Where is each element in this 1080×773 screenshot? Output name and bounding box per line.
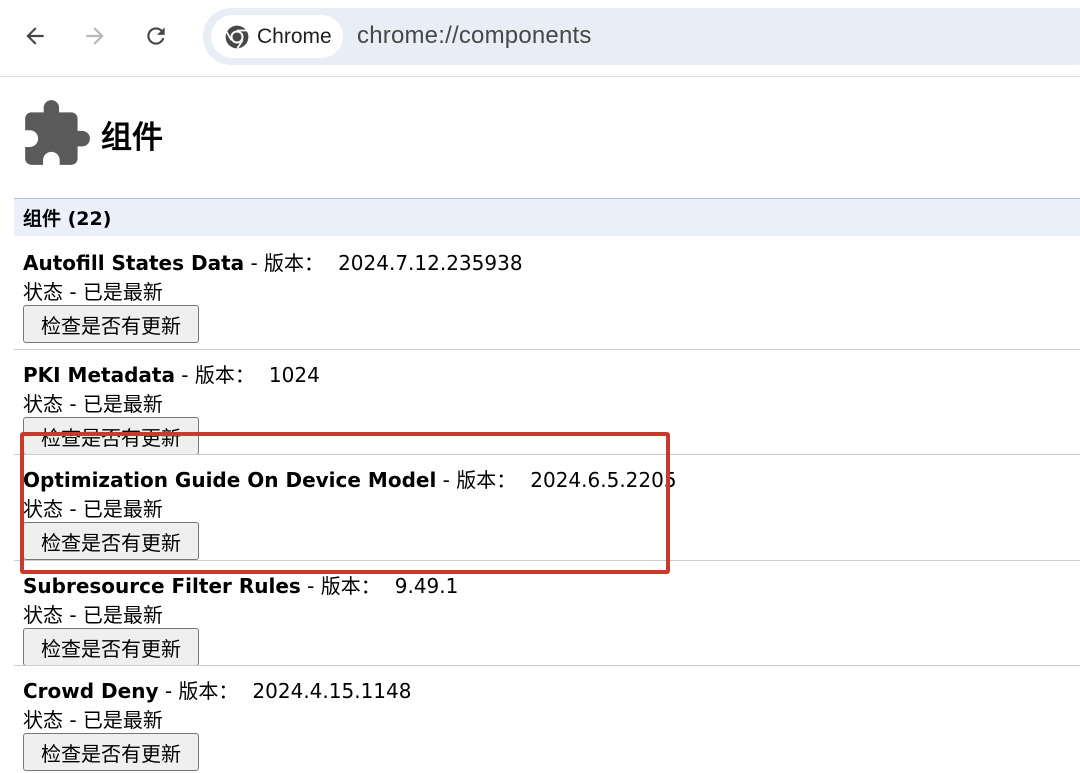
- component-item: Subresource Filter Rules - 版本： 9.49.1 状态 …: [14, 560, 1080, 666]
- component-name: PKI Metadata: [23, 363, 175, 387]
- version-label: - 版本：: [244, 251, 325, 275]
- version-label: - 版本：: [300, 574, 381, 598]
- component-title-line: Autofill States Data - 版本： 2024.7.12.2359…: [23, 247, 523, 276]
- address-bar[interactable]: Chrome chrome://components: [203, 8, 1080, 65]
- puzzle-piece-icon: [25, 100, 90, 165]
- site-info-chip[interactable]: Chrome: [211, 15, 343, 58]
- component-status: 状态 - 已是最新: [23, 603, 163, 627]
- component-status: 状态 - 已是最新: [23, 280, 163, 304]
- check-update-button[interactable]: 检查是否有更新: [23, 522, 199, 560]
- component-version: 1024: [268, 363, 320, 387]
- reload-icon: [147, 27, 165, 45]
- component-item: Autofill States Data - 版本： 2024.7.12.2359…: [14, 238, 1080, 343]
- component-name: Subresource Filter Rules: [23, 574, 301, 598]
- check-update-button[interactable]: 检查是否有更新: [23, 628, 199, 666]
- check-update-button[interactable]: 检查是否有更新: [23, 417, 199, 455]
- component-item: Optimization Guide On Device Model - 版本：…: [14, 454, 1080, 560]
- version-label: - 版本：: [158, 679, 239, 703]
- component-version: 2024.7.12.235938: [338, 251, 523, 275]
- reload-button[interactable]: [136, 16, 176, 56]
- forward-arrow-icon: [86, 27, 104, 45]
- check-update-button[interactable]: 检查是否有更新: [23, 305, 199, 343]
- chrome-logo-icon: [224, 24, 250, 50]
- check-update-button[interactable]: 检查是否有更新: [23, 733, 199, 771]
- component-version: 2024.4.15.1148: [252, 679, 412, 703]
- component-item: PKI Metadata - 版本： 1024 状态 - 已是最新 检查是否有更新: [14, 349, 1080, 455]
- back-arrow-icon: [26, 27, 44, 45]
- component-name: Autofill States Data: [23, 251, 245, 275]
- section-header: 组件 (22): [14, 198, 1080, 236]
- page-title: 组件: [101, 119, 163, 156]
- page-heading: 组件: [19, 97, 163, 171]
- component-status: 状态 - 已是最新: [23, 392, 163, 416]
- component-status: 状态 - 已是最新: [23, 497, 163, 521]
- browser-toolbar: Chrome chrome://components: [0, 0, 1080, 77]
- component-title-line: Optimization Guide On Device Model - 版本：…: [23, 464, 677, 493]
- component-version: 2024.6.5.2205: [530, 468, 677, 492]
- chip-label: Chrome: [257, 24, 332, 48]
- forward-button[interactable]: [75, 16, 115, 56]
- component-status: 状态 - 已是最新: [23, 708, 163, 732]
- component-version: 9.49.1: [394, 574, 459, 598]
- component-name: Crowd Deny: [23, 679, 159, 703]
- back-button[interactable]: [15, 16, 55, 56]
- component-title-line: Subresource Filter Rules - 版本： 9.49.1: [23, 570, 458, 599]
- component-item: Crowd Deny - 版本： 2024.4.15.1148 状态 - 已是最新…: [14, 665, 1080, 771]
- component-name: Optimization Guide On Device Model: [23, 468, 437, 492]
- version-label: - 版本：: [174, 363, 255, 387]
- url-text[interactable]: chrome://components: [357, 22, 592, 50]
- version-label: - 版本：: [436, 468, 517, 492]
- component-title-line: Crowd Deny - 版本： 2024.4.15.1148: [23, 675, 411, 704]
- component-title-line: PKI Metadata - 版本： 1024: [23, 359, 320, 388]
